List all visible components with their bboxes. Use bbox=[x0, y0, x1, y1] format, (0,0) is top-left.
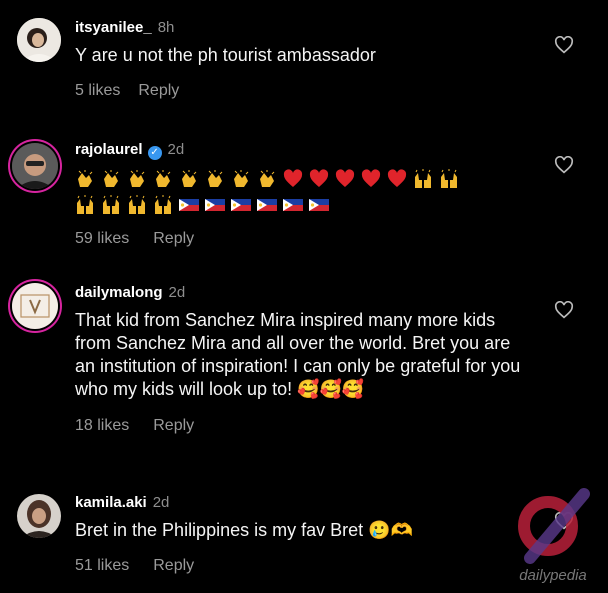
heart-icon[interactable] bbox=[554, 156, 574, 174]
comment-time: 8h bbox=[157, 19, 175, 36]
watermark-logo: dailypedia bbox=[510, 484, 596, 588]
avatar[interactable] bbox=[17, 18, 61, 62]
red-heart-icon bbox=[283, 169, 303, 187]
likes-count[interactable]: 5 likes bbox=[75, 82, 120, 100]
raising-hands-icon bbox=[103, 195, 119, 214]
clapping-hands-icon bbox=[208, 170, 223, 187]
heart-icon[interactable] bbox=[554, 301, 574, 319]
verified-badge-icon: ✓ bbox=[147, 146, 162, 160]
comment-username[interactable]: itsyanilee_ bbox=[75, 19, 152, 36]
watermark-logo-icon bbox=[518, 488, 590, 564]
comment-time: 2d bbox=[152, 494, 170, 511]
comment-time: 2d bbox=[167, 141, 185, 158]
emoji-row bbox=[75, 168, 538, 192]
raising-hands-icon bbox=[77, 195, 93, 214]
raising-hands-icon bbox=[129, 195, 145, 214]
comment-time: 2d bbox=[168, 284, 186, 301]
clapping-hands-icon bbox=[234, 170, 249, 187]
likes-count[interactable]: 51 likes bbox=[75, 557, 129, 575]
clapping-hands-icon bbox=[260, 170, 275, 187]
comment-username[interactable]: dailymalong bbox=[75, 284, 163, 301]
philippines-flag-icon bbox=[257, 199, 277, 211]
raising-hands-icon bbox=[415, 169, 431, 188]
clapping-hands-icon bbox=[130, 170, 145, 187]
red-heart-icon bbox=[361, 169, 381, 187]
red-heart-icon bbox=[387, 169, 407, 187]
reply-button[interactable]: Reply bbox=[153, 557, 194, 575]
red-heart-icon bbox=[309, 169, 329, 187]
reply-button[interactable]: Reply bbox=[153, 230, 194, 248]
clapping-hands-icon bbox=[156, 170, 171, 187]
philippines-flag-icon bbox=[309, 199, 329, 211]
comment-text: Y are u not the ph tourist ambassador bbox=[75, 45, 376, 65]
red-heart-icon bbox=[335, 169, 355, 187]
comment-username[interactable]: rajolaurel bbox=[75, 141, 143, 158]
philippines-flag-icon bbox=[179, 199, 199, 211]
philippines-flag-icon bbox=[283, 199, 303, 211]
avatar[interactable] bbox=[17, 494, 61, 538]
avatar[interactable] bbox=[12, 283, 58, 329]
clapping-hands-icon bbox=[182, 170, 197, 187]
raising-hands-icon bbox=[155, 195, 171, 214]
clapping-hands-icon bbox=[104, 170, 119, 187]
philippines-flag-icon bbox=[205, 199, 225, 211]
avatar[interactable] bbox=[12, 143, 58, 189]
philippines-flag-icon bbox=[231, 199, 251, 211]
heart-icon[interactable] bbox=[554, 36, 574, 54]
emoji-row bbox=[75, 194, 538, 218]
likes-count[interactable]: 18 likes bbox=[75, 417, 129, 435]
clapping-hands-icon bbox=[78, 170, 93, 187]
comment-username[interactable]: kamila.aki bbox=[75, 494, 147, 511]
raising-hands-icon bbox=[441, 169, 457, 188]
comment-text: That kid from Sanchez Mira inspired many… bbox=[75, 310, 521, 399]
reply-button[interactable]: Reply bbox=[138, 82, 179, 100]
comment-text: Bret in the Philippines is my fav Bret 🥲… bbox=[75, 520, 413, 540]
likes-count[interactable]: 59 likes bbox=[75, 230, 129, 248]
reply-button[interactable]: Reply bbox=[153, 417, 194, 435]
watermark-text: dailypedia bbox=[519, 567, 587, 584]
